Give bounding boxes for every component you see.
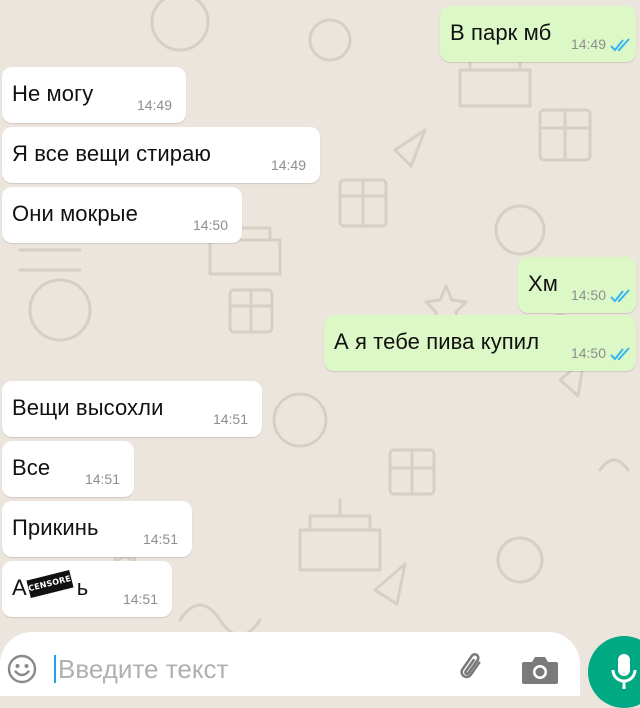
message-text: Вещи высохли — [12, 395, 164, 420]
message-time: 14:50 — [570, 345, 606, 361]
text-caret — [54, 655, 56, 683]
message-time: 14:51 — [212, 411, 248, 427]
message-bubble-outgoing[interactable]: В парк мб 14:49 — [440, 6, 636, 62]
message-text: Они мокрые — [12, 201, 138, 226]
message-bubble-incoming[interactable]: Не могу 14:49 — [2, 67, 186, 123]
double-check-icon — [610, 289, 630, 303]
message-text: Прикинь — [12, 515, 99, 540]
camera-icon[interactable] — [520, 652, 560, 688]
message-text: Не могу — [12, 81, 94, 106]
message-time: 14:50 — [192, 217, 228, 233]
message-text: Я все вещи стираю — [12, 141, 212, 166]
message-bubble-incoming[interactable]: Я все вещи стираю 14:49 — [2, 127, 320, 183]
paperclip-icon[interactable] — [452, 648, 492, 688]
message-text: Все — [12, 455, 51, 480]
message-time: 14:49 — [570, 36, 606, 52]
double-check-icon — [610, 38, 630, 52]
message-text-end: ь — [76, 575, 89, 600]
message-text: В парк мб — [450, 20, 552, 45]
message-input[interactable]: Введите текст — [58, 654, 228, 685]
message-text: А я тебе пива купил — [334, 329, 540, 354]
emoji-icon[interactable] — [6, 653, 38, 685]
message-bubble-incoming[interactable]: Аь CENSORED 14:51 — [2, 561, 172, 617]
message-bubble-incoming[interactable]: Все 14:51 — [2, 441, 134, 497]
message-time: 14:49 — [270, 157, 306, 173]
message-time: 14:51 — [122, 591, 158, 607]
message-time: 14:51 — [84, 471, 120, 487]
message-time: 14:49 — [136, 97, 172, 113]
message-bubble-incoming[interactable]: Они мокрые 14:50 — [2, 187, 242, 243]
message-bubble-outgoing[interactable]: Хм 14:50 — [518, 257, 636, 313]
double-check-icon — [610, 347, 630, 361]
microphone-icon — [611, 654, 637, 689]
message-bubble-incoming[interactable]: Прикинь 14:51 — [2, 501, 192, 557]
message-bubble-outgoing[interactable]: А я тебе пива купил 14:50 — [324, 315, 636, 371]
message-bubble-incoming[interactable]: Вещи высохли 14:51 — [2, 381, 262, 437]
message-time: 14:50 — [570, 287, 606, 303]
message-text: Хм — [528, 271, 558, 296]
message-text-start: А — [12, 575, 27, 600]
message-time: 14:51 — [142, 531, 178, 547]
